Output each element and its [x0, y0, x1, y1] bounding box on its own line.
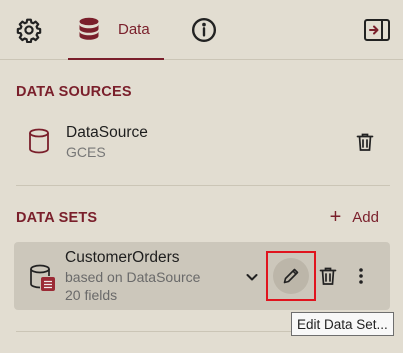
plus-icon: +	[329, 206, 342, 228]
data-source-subtitle: GCES	[66, 144, 106, 160]
data-sets-title: DATA SETS	[16, 210, 98, 226]
tab-settings[interactable]	[12, 0, 46, 60]
trash-icon[interactable]	[356, 132, 374, 152]
database-outline-icon	[29, 128, 49, 154]
tab-data-label: Data	[118, 20, 150, 38]
edit-data-set-button[interactable]	[266, 251, 316, 301]
data-source-name: DataSource	[66, 124, 148, 141]
pencil-icon	[283, 268, 299, 284]
add-data-set-button[interactable]: + Add	[330, 207, 379, 227]
add-label: Add	[352, 208, 379, 226]
section-divider	[16, 185, 390, 186]
data-sources-title: DATA SOURCES	[16, 84, 132, 100]
trash-icon[interactable]	[319, 266, 337, 286]
data-set-fields: 20 fields	[65, 287, 118, 303]
edit-button-hover-bg	[273, 258, 309, 294]
tab-data[interactable]: Data	[68, 0, 164, 60]
more-vertical-icon[interactable]	[357, 266, 365, 286]
gear-icon	[16, 18, 42, 43]
chevron-down-icon[interactable]	[244, 269, 260, 285]
data-set-name: CustomerOrders	[65, 249, 180, 266]
collapse-panel-button[interactable]	[363, 16, 391, 44]
info-icon	[191, 17, 217, 43]
panel-collapse-icon	[364, 19, 390, 41]
data-set-item[interactable]: CustomerOrders based on DataSource 20 fi…	[14, 242, 390, 310]
dataset-icon	[30, 264, 55, 291]
edit-tooltip: Edit Data Set...	[291, 312, 394, 336]
tab-info[interactable]	[188, 0, 220, 60]
tab-bar: Data	[0, 0, 403, 60]
data-source-item[interactable]: DataSource GCES	[0, 108, 403, 174]
database-icon	[79, 17, 99, 40]
data-set-based-on: based on DataSource	[65, 269, 201, 285]
